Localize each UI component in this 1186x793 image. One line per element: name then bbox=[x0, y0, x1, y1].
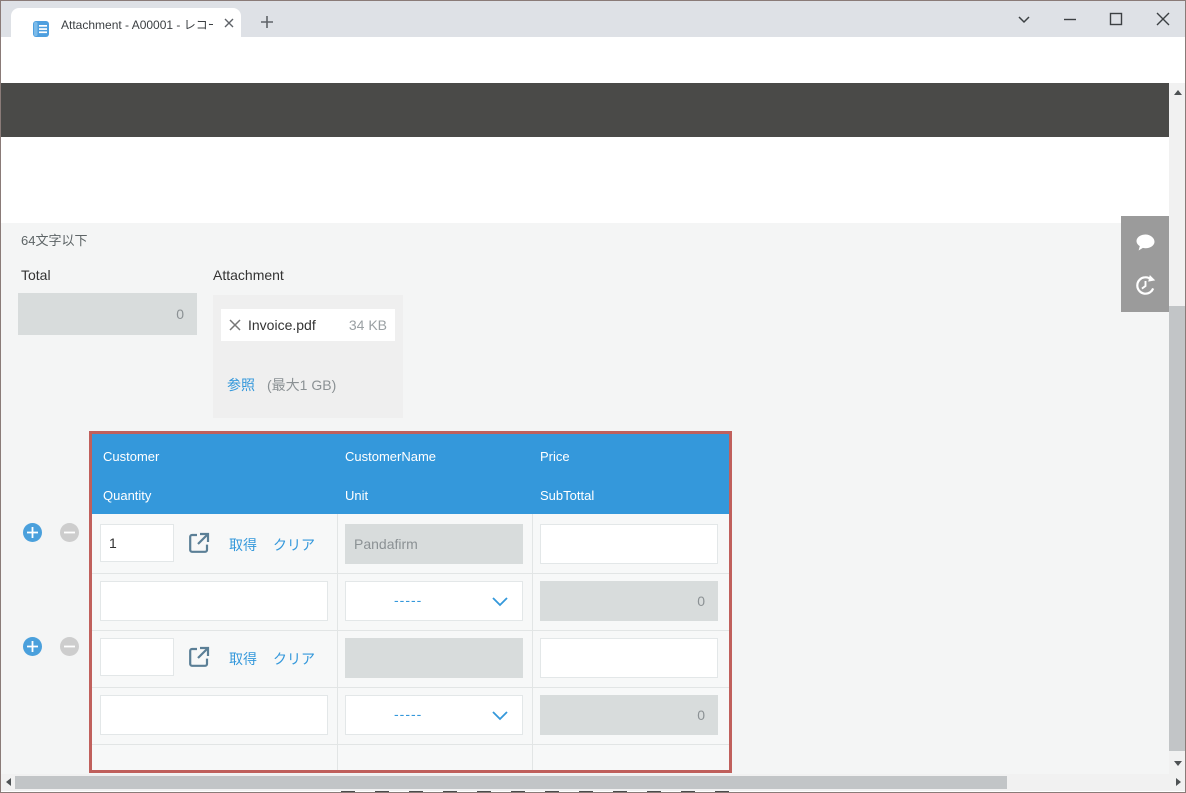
record-side-panel bbox=[1121, 216, 1169, 312]
chevron-down-icon bbox=[492, 597, 508, 607]
open-lookup-icon[interactable] bbox=[186, 644, 212, 670]
total-field bbox=[18, 293, 197, 335]
tab-title: Attachment - A00001 - レコードの bbox=[61, 16, 213, 32]
column-divider bbox=[532, 514, 533, 770]
file-size: 34 KB bbox=[349, 317, 387, 333]
field-hint: 64文字以下 bbox=[21, 230, 87, 249]
vertical-scrollbar-thumb[interactable] bbox=[1169, 306, 1186, 751]
attachment-label: Attachment bbox=[213, 267, 284, 283]
subtotal-field bbox=[540, 695, 718, 735]
comments-icon[interactable] bbox=[1132, 230, 1159, 257]
new-tab-icon[interactable] bbox=[255, 10, 279, 34]
subtable-header: Customer CustomerName Price Quantity Uni… bbox=[92, 434, 729, 514]
file-name[interactable]: Invoice.pdf bbox=[248, 317, 316, 333]
record-form: 64文字以下 Total Attachment Invoice.pdf 34 K… bbox=[1, 223, 1169, 774]
tab-close-icon[interactable] bbox=[221, 15, 237, 31]
title-bar: Attachment - A00001 - レコードの bbox=[1, 1, 1186, 37]
row-divider bbox=[92, 573, 729, 574]
row-divider bbox=[92, 687, 729, 688]
add-row-button[interactable] bbox=[23, 637, 42, 656]
lookup-clear-link[interactable]: クリア bbox=[273, 535, 315, 555]
scroll-right-icon[interactable] bbox=[1176, 778, 1181, 786]
col-header-customer-name: CustomerName bbox=[345, 449, 436, 464]
column-divider bbox=[337, 514, 338, 770]
unit-select[interactable]: ----- bbox=[345, 581, 523, 621]
history-icon[interactable] bbox=[1132, 272, 1159, 299]
close-window-icon[interactable] bbox=[1150, 7, 1176, 31]
max-size-note: (最大1 GB) bbox=[267, 375, 336, 395]
customer-name-field bbox=[345, 638, 523, 678]
add-row-button[interactable] bbox=[23, 523, 42, 542]
browser-tab[interactable]: Attachment - A00001 - レコードの bbox=[11, 8, 241, 37]
open-lookup-icon[interactable] bbox=[186, 530, 212, 556]
price-input[interactable] bbox=[540, 638, 718, 678]
total-label: Total bbox=[21, 267, 51, 283]
col-header-unit: Unit bbox=[345, 488, 368, 503]
subtotal-field bbox=[540, 581, 718, 621]
remove-file-icon[interactable] bbox=[228, 318, 242, 332]
horizontal-scrollbar-thumb[interactable] bbox=[15, 776, 1007, 789]
customer-lookup-input[interactable] bbox=[100, 524, 174, 562]
browser-window: Attachment - A00001 - レコードの bbox=[0, 0, 1186, 793]
record-edit-toolbar: キャンセル 保存 bbox=[1, 137, 1169, 223]
scroll-up-icon[interactable] bbox=[1174, 90, 1182, 95]
row-divider bbox=[92, 744, 729, 745]
quantity-input[interactable] bbox=[100, 581, 328, 621]
col-header-price: Price bbox=[540, 449, 570, 464]
attachment-field: Invoice.pdf 34 KB 参照 (最大1 GB) bbox=[213, 295, 403, 418]
col-header-quantity: Quantity bbox=[103, 488, 151, 503]
unit-select-value: ----- bbox=[394, 592, 422, 608]
scroll-left-icon[interactable] bbox=[6, 778, 11, 786]
lookup-clear-link[interactable]: クリア bbox=[273, 649, 315, 669]
tab-favicon bbox=[33, 21, 49, 37]
attachment-file-row: Invoice.pdf 34 KB bbox=[221, 309, 395, 341]
horizontal-scrollbar[interactable] bbox=[1, 774, 1186, 791]
remove-row-button[interactable] bbox=[60, 637, 79, 656]
remove-row-button[interactable] bbox=[60, 523, 79, 542]
col-header-subtotal: SubTottal bbox=[540, 488, 594, 503]
customer-name-field bbox=[345, 524, 523, 564]
kintone-header bbox=[1, 83, 1169, 137]
subtable: Customer CustomerName Price Quantity Uni… bbox=[89, 431, 732, 773]
browser-toolbar: pandafirm.cybozu.com/k/1871/show#record=… bbox=[1, 37, 1186, 83]
minimize-icon[interactable] bbox=[1057, 7, 1083, 31]
vertical-scrollbar[interactable] bbox=[1169, 83, 1186, 774]
col-header-customer: Customer bbox=[103, 449, 159, 464]
lookup-get-link[interactable]: 取得 bbox=[229, 535, 257, 555]
maximize-icon[interactable] bbox=[1103, 7, 1129, 31]
browse-link[interactable]: 参照 bbox=[227, 375, 255, 395]
price-input[interactable] bbox=[540, 524, 718, 564]
unit-select-value: ----- bbox=[394, 706, 422, 722]
lookup-get-link[interactable]: 取得 bbox=[229, 649, 257, 669]
quantity-input[interactable] bbox=[100, 695, 328, 735]
customer-lookup-input[interactable] bbox=[100, 638, 174, 676]
tab-search-chevron-icon[interactable] bbox=[1011, 7, 1037, 31]
row-divider bbox=[92, 630, 729, 631]
scroll-down-icon[interactable] bbox=[1174, 761, 1182, 766]
unit-select[interactable]: ----- bbox=[345, 695, 523, 735]
chevron-down-icon bbox=[492, 711, 508, 721]
